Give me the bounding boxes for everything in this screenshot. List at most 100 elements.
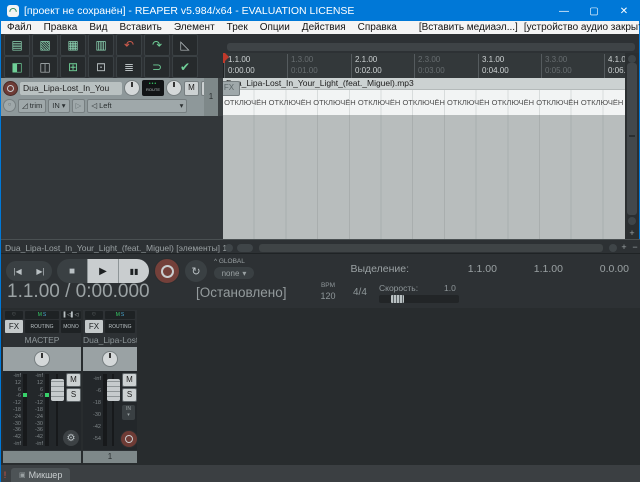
pan-knob[interactable] — [166, 80, 182, 96]
tcp-divider[interactable] — [218, 78, 223, 116]
track-fx-button[interactable]: FX — [85, 320, 103, 333]
scroll-up-button[interactable] — [628, 55, 636, 63]
master-fader-area[interactable]: -inf126-6-12-18-24-30-36-42-inf -inf126-… — [3, 371, 81, 450]
gear-icon[interactable]: ⚙ — [63, 430, 79, 446]
menu-item-файл[interactable]: Файл — [1, 22, 38, 33]
input-monitor-button[interactable]: IN▾ — [48, 99, 69, 113]
envelope-button[interactable]: ○ — [3, 99, 16, 112]
track-pan-knob[interactable] — [102, 351, 118, 367]
new-project-icon[interactable]: ▤ — [4, 34, 30, 56]
media-item-body[interactable]: ОТКЛЮЧЁНОТКЛЮЧЁНОТКЛЮЧЁНОТКЛЮЧЁНОТКЛЮЧЁН… — [223, 90, 625, 115]
input-select[interactable]: IN▾ — [122, 405, 135, 420]
mute-button[interactable]: M — [184, 81, 199, 96]
menu-item-действия[interactable]: Действия — [296, 22, 352, 33]
env-icon[interactable]: ♡ — [85, 311, 103, 319]
track-number[interactable]: 1 — [204, 78, 218, 116]
track-routing-button[interactable]: ROUTING — [105, 320, 135, 333]
scroll-pill-button[interactable] — [237, 244, 253, 252]
maximize-button[interactable]: ▢ — [579, 1, 609, 21]
track-mixer-strip[interactable]: ♡ FX MS ROUTING Dua_Lipa-Lost -inf-6-18-… — [83, 310, 137, 463]
track-solo-button[interactable]: S — [122, 388, 137, 402]
selection-value[interactable]: 0.0.00 — [563, 263, 629, 275]
master-mute-button[interactable]: M — [66, 373, 81, 387]
record-button[interactable] — [154, 258, 180, 284]
horizontal-zoom-bar[interactable] — [227, 43, 635, 51]
envelope-points-icon[interactable]: ⊡ — [88, 56, 114, 78]
tab-mixer[interactable]: ▣ Микшер — [11, 468, 70, 482]
grid-edit-icon[interactable]: ⊞ — [60, 56, 86, 78]
menu-item-опции[interactable]: Опции — [254, 22, 296, 33]
project-settings-icon[interactable]: ▥ — [88, 34, 114, 56]
pause-button[interactable]: ▮▮ — [118, 259, 149, 283]
hzoom-out-button[interactable]: − — [630, 241, 640, 253]
global-automation[interactable]: ^ GLOBAL none ▾ — [214, 258, 254, 279]
titlebar[interactable]: ◠ [проект не сохранён] - REAPER v5.984/x… — [1, 1, 639, 21]
master-fx-button[interactable]: FX — [5, 320, 23, 333]
scroll-down-button[interactable] — [628, 217, 636, 225]
master-pan-knob[interactable] — [34, 351, 50, 367]
rate-value[interactable]: 1.0 — [444, 283, 456, 293]
hzoom-in-button[interactable]: + — [619, 241, 629, 253]
track-name-field[interactable]: Dua_Lipa-Lost_In_You — [20, 82, 122, 95]
track-fader-thumb[interactable] — [107, 379, 120, 401]
track-mute-button[interactable]: M — [122, 373, 137, 387]
track-fader-area[interactable]: -inf-6-18-30-42-54 M S IN▾ — [83, 371, 137, 450]
mono-button[interactable]: MONO — [61, 320, 81, 333]
crossfade-icon[interactable]: ◫ — [32, 56, 58, 78]
record-arm-button[interactable] — [120, 430, 138, 448]
bpm-display[interactable]: BPM 120 — [313, 282, 343, 301]
master-mixer-strip[interactable]: ♡ FX MS ROUTING ▌◁▌◁ MONO МАСТЕР -inf126… — [3, 310, 81, 463]
menu-item-вставить[interactable]: Вставить — [113, 22, 167, 33]
media-item[interactable]: Dua_Lipa-Lost_In_Your_Light_(feat._Migue… — [223, 78, 625, 115]
track-number[interactable]: 1 — [83, 451, 137, 463]
trim-mode-button[interactable]: ◿ trim — [18, 99, 46, 113]
menu-item-правка[interactable]: Правка — [38, 22, 84, 33]
stop-button[interactable]: ■ — [57, 259, 87, 283]
horizontal-scrollbar-thumb[interactable] — [259, 244, 603, 252]
play-button[interactable]: ▶ — [87, 259, 118, 283]
close-button[interactable]: ✕ — [609, 1, 639, 21]
repeat-button[interactable]: ↻ — [185, 260, 207, 282]
input-select[interactable]: ◁ Left ▾ — [87, 99, 187, 113]
scroll-left-button[interactable] — [225, 244, 233, 252]
track-control-panel[interactable]: Dua_Lipa-Lost_In_You ••• ROUTE M S FX ○ … — [1, 78, 223, 116]
master-routing-button[interactable]: ROUTING — [25, 320, 59, 333]
audio-device-status[interactable]: [устройство аудио закрыто] — [524, 22, 640, 33]
menu-insert-media[interactable]: [Вставить медиаэл...] — [413, 22, 524, 33]
selection-value[interactable]: 1.1.00 — [497, 263, 563, 275]
zoom-in-button[interactable]: + — [627, 228, 637, 238]
horizontal-scrollbar[interactable] — [259, 244, 603, 252]
vertical-scrollbar-thumb[interactable] — [627, 63, 637, 215]
env-icon[interactable]: ♡ — [5, 311, 23, 319]
volume-knob[interactable] — [124, 80, 140, 96]
master-solo-button[interactable]: S — [66, 388, 81, 402]
master-pan-area[interactable] — [3, 347, 81, 371]
ripple-edit-icon[interactable]: ≣ — [116, 56, 142, 78]
selection-value[interactable]: 1.1.00 — [431, 263, 497, 275]
redo-icon[interactable]: ↷ — [144, 34, 170, 56]
record-arm-button[interactable] — [3, 81, 18, 96]
go-to-start-button[interactable]: |◀ — [13, 267, 21, 276]
time-signature[interactable]: 4/4 — [353, 287, 367, 298]
menu-item-вид[interactable]: Вид — [83, 22, 113, 33]
alert-indicator[interactable]: ! — [1, 469, 9, 482]
loop-points-icon[interactable]: ⊃ — [144, 56, 170, 78]
master-fader-thumb[interactable] — [51, 379, 64, 401]
save-project-icon[interactable]: ▦ — [60, 34, 86, 56]
go-to-end-button[interactable]: ▶| — [36, 267, 44, 276]
edit-cursor[interactable] — [223, 53, 225, 63]
monitor-button[interactable]: ▷ — [72, 99, 86, 113]
track-pan-area[interactable] — [83, 347, 137, 371]
media-item-title[interactable]: Dua_Lipa-Lost_In_Your_Light_(feat._Migue… — [223, 78, 625, 90]
lock-icon[interactable]: ✔ — [172, 56, 198, 78]
timeline-ruler[interactable]: 1.1.000:00.001.3.000:01.002.1.000:02.002… — [223, 53, 626, 78]
menu-item-элемент[interactable]: Элемент — [168, 22, 221, 33]
menu-item-трек[interactable]: Трек — [221, 22, 254, 33]
minimize-button[interactable]: — — [549, 1, 579, 21]
arrange-view[interactable]: Dua_Lipa-Lost_In_Your_Light_(feat._Migue… — [223, 78, 625, 246]
empty-track-area[interactable] — [1, 116, 223, 239]
vertical-scrollbar[interactable]: + − — [625, 53, 639, 251]
grouping-icon[interactable]: ◧ — [4, 56, 30, 78]
metronome-icon[interactable]: ◺ — [172, 34, 198, 56]
route-button[interactable]: ••• ROUTE — [142, 80, 164, 96]
